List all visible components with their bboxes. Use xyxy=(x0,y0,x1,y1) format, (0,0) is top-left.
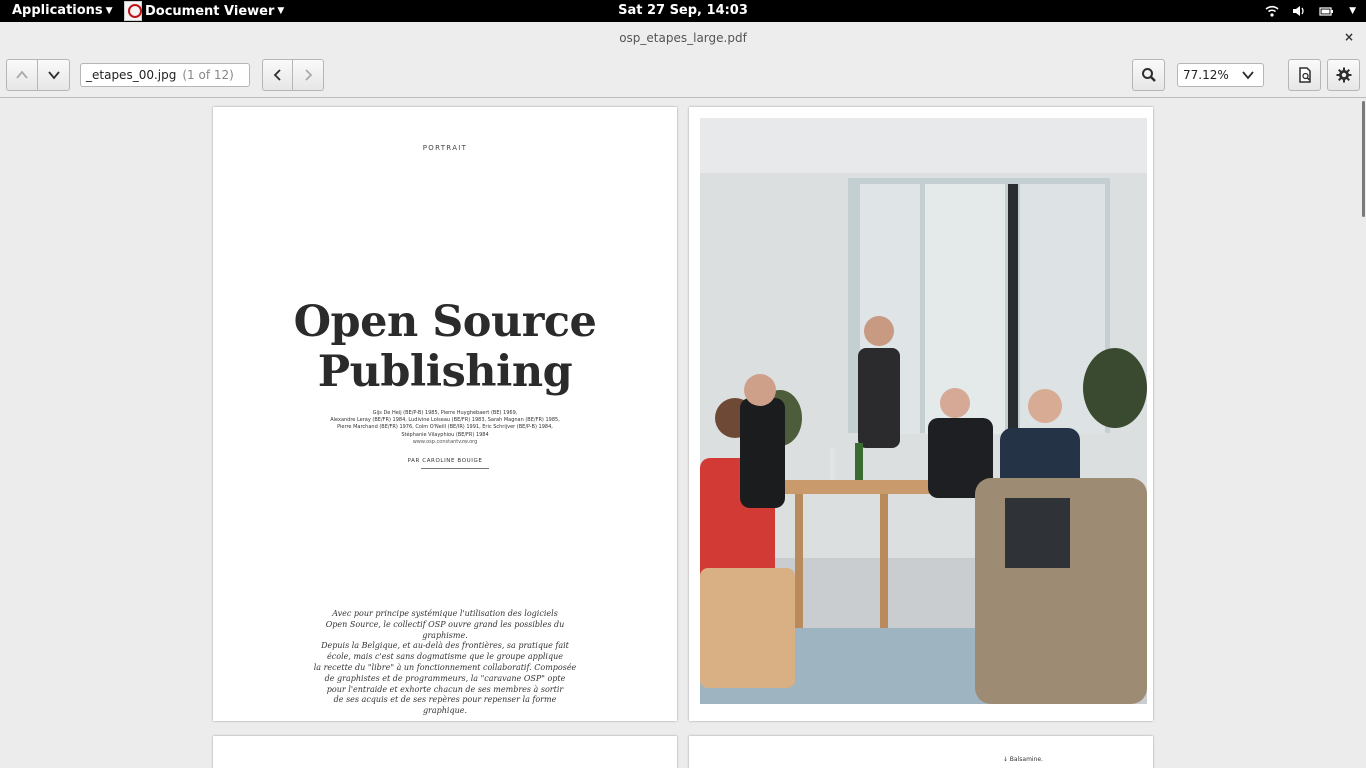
intro-line: école, mais c'est sans dogmatisme que le… xyxy=(327,652,563,662)
section-label: PORTRAIT xyxy=(422,144,468,152)
next-page-button[interactable] xyxy=(38,59,70,91)
scrollbar-thumb[interactable] xyxy=(1362,101,1365,217)
group-photo xyxy=(700,118,1147,704)
chevron-down-icon xyxy=(1242,71,1254,80)
page-heading: Open Source Publishing xyxy=(213,297,677,397)
page-nav-group xyxy=(6,59,70,91)
chevron-down-icon xyxy=(47,71,60,80)
intro-line: la recette du "libre" à un fonctionnemen… xyxy=(313,662,577,672)
document-page xyxy=(689,107,1153,721)
wifi-icon[interactable] xyxy=(1265,4,1279,18)
intro-line: de ses acquis et de ses repères pour rep… xyxy=(333,695,557,716)
battery-icon[interactable] xyxy=(1319,4,1334,18)
history-nav-group xyxy=(262,59,324,91)
intro-line: Open Source, le collectif OSP ouvre gran… xyxy=(325,619,565,640)
credit-line: Gijs De Heij (BE/P-B) 1985, Pierre Huygh… xyxy=(372,410,518,416)
chevron-down-icon: ▼ xyxy=(277,6,285,16)
applications-menu[interactable]: Applications ▼ xyxy=(12,3,113,18)
caption: ↓ Balsamine. xyxy=(1002,756,1043,763)
page-count: (1 of 12) xyxy=(182,68,234,82)
document-page: PORTRAIT Open Source Publishing Gijs De … xyxy=(213,107,677,721)
window-title: osp_etapes_large.pdf xyxy=(619,31,747,45)
search-icon xyxy=(1141,68,1156,82)
page-label: _etapes_00.jpg xyxy=(86,68,177,82)
chevron-down-icon: ▼ xyxy=(105,6,113,16)
volume-icon[interactable] xyxy=(1292,4,1306,18)
document-page xyxy=(213,736,677,768)
document-properties-button[interactable] xyxy=(1288,59,1321,91)
settings-button[interactable] xyxy=(1327,59,1360,91)
app-menu-label: Document Viewer xyxy=(145,3,275,19)
zoom-selector[interactable]: 77.12% xyxy=(1177,63,1264,87)
intro-line: Depuis la Belgique, et au-delà des front… xyxy=(321,641,569,651)
toolbar: _etapes_00.jpg (1 of 12) 77.12% xyxy=(0,52,1366,98)
intro-line: de graphistes et de programmeurs, la "ca… xyxy=(324,673,566,683)
chevron-up-icon xyxy=(16,70,28,79)
document-page: ↓ Balsamine. xyxy=(689,736,1153,768)
chevron-left-icon xyxy=(273,69,281,81)
credit-line: Stéphanie Vilayphiou (BE/FR) 1984 xyxy=(401,431,489,438)
top-bar: Applications ▼ Document Viewer ▼ Sat 27 Se… xyxy=(0,0,1366,22)
document-viewer-icon xyxy=(124,1,142,21)
document-view[interactable]: PORTRAIT Open Source Publishing Gijs De … xyxy=(0,99,1366,768)
system-tray[interactable]: ▼ xyxy=(1265,4,1356,18)
search-button[interactable] xyxy=(1132,59,1165,91)
heading-line: Open Source xyxy=(293,297,597,347)
chevron-right-icon xyxy=(305,69,313,81)
byline: PAR CAROLINE BOUIGE xyxy=(407,458,483,464)
window-titlebar[interactable]: osp_etapes_large.pdf × xyxy=(0,22,1366,52)
zoom-value: 77.12% xyxy=(1183,68,1229,82)
gear-icon xyxy=(1336,67,1351,83)
intro-paragraph: Avec pour principe systémique l'utilisat… xyxy=(313,609,577,717)
forward-button[interactable] xyxy=(293,59,324,91)
intro-line: pour l'entraide et exhorte chacun de ses… xyxy=(326,684,564,694)
previous-page-button[interactable] xyxy=(6,59,38,91)
heading-line: Publishing xyxy=(317,347,573,397)
close-window-button[interactable]: × xyxy=(1344,30,1354,44)
app-menu[interactable]: Document Viewer ▼ xyxy=(124,0,284,22)
vertical-scrollbar[interactable] xyxy=(1361,99,1366,768)
credits-block: Gijs De Heij (BE/P-B) 1985, Pierre Huygh… xyxy=(323,410,567,446)
back-button[interactable] xyxy=(262,59,293,91)
credit-line: Alexandre Leray (BE/FR) 1984, Ludivine L… xyxy=(330,417,560,424)
divider xyxy=(421,468,489,469)
intro-line: Avec pour principe systémique l'utilisat… xyxy=(332,609,558,618)
chevron-down-icon: ▼ xyxy=(1349,6,1356,16)
page-number-field[interactable]: _etapes_00.jpg (1 of 12) xyxy=(80,63,250,87)
applications-label: Applications xyxy=(12,3,103,18)
website-url: www.osp.constantvzw.org xyxy=(412,438,478,445)
document-icon xyxy=(1298,67,1311,83)
credit-line: Pierre Marchand (BE/FR) 1976, Colm O'Nei… xyxy=(337,424,553,431)
